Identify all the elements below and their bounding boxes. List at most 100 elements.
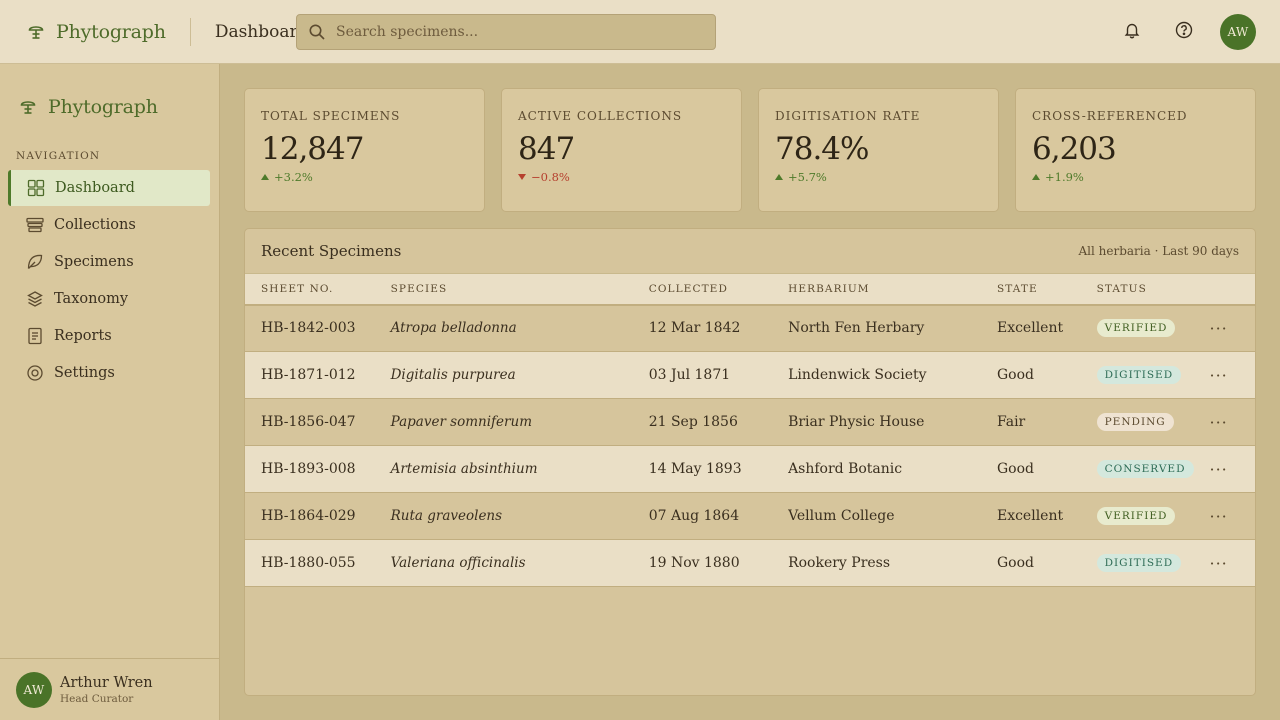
- cell-status: CONSERVED: [1081, 446, 1194, 493]
- table-row[interactable]: HB-1871-012 Digitalis purpurea 03 Jul 18…: [245, 351, 1255, 399]
- sidebar-item-reports[interactable]: Reports: [8, 318, 210, 354]
- stat-label: TOTAL SPECIMENS: [261, 109, 401, 123]
- cell-herbarium: Vellum College: [788, 508, 895, 524]
- cell-actions: ···: [1194, 493, 1256, 540]
- sidebar-brand-name: Phytograph: [48, 96, 158, 118]
- column-header-status[interactable]: STATUS: [1081, 274, 1194, 305]
- recent-specimens-panel: Recent Specimens All herbaria · Last 90 …: [244, 228, 1256, 696]
- grid-icon: [27, 179, 45, 197]
- table-row[interactable]: HB-1864-029 Ruta graveolens 07 Aug 1864 …: [245, 492, 1256, 540]
- table-row[interactable]: HB-1856-047 Papaver somniferum 21 Sep 18…: [245, 398, 1255, 446]
- cell-herbarium: Lindenwick Society: [788, 367, 927, 383]
- sidebar-user[interactable]: AW Arthur Wren Head Curator: [0, 658, 219, 720]
- stat-value: 78.4%: [775, 131, 869, 167]
- sidebar-item-label: Reports: [54, 328, 112, 344]
- user-avatar-button[interactable]: AW: [1220, 14, 1256, 50]
- search-input[interactable]: [336, 24, 715, 40]
- user-role: Head Curator: [60, 692, 134, 705]
- cell-collected: 03 Jul 1871: [648, 367, 731, 383]
- sidebar-item-label: Settings: [54, 365, 115, 381]
- cell-herbarium: Ashford Botanic: [788, 461, 903, 477]
- cell-actions: ···: [1194, 540, 1256, 587]
- cell-status: VERIFIED: [1081, 305, 1194, 352]
- cell-actions: ···: [1194, 305, 1256, 352]
- row-more-options-button[interactable]: ···: [1210, 507, 1228, 526]
- stat-card-total-specimens: TOTAL SPECIMENS 12,847 +3.2%: [244, 88, 485, 212]
- cell-sheet-no: HB-1880-055: [261, 555, 356, 571]
- sidebar-nav: Dashboard Collections Specimens Taxonomy…: [0, 170, 219, 391]
- cell-herbarium: Rookery Press: [788, 555, 891, 571]
- table-row[interactable]: HB-1893-008 Artemisia absinthium 14 May …: [245, 445, 1256, 493]
- cell-species: Valeriana officinalis: [390, 555, 526, 571]
- column-header-species[interactable]: SPECIES: [375, 274, 633, 305]
- specimens-table: SHEET NO. SPECIES COLLECTED HERBARIUM ST…: [245, 273, 1255, 587]
- sidebar-item-specimens[interactable]: Specimens: [8, 244, 210, 280]
- header-actions: AW: [1116, 14, 1256, 50]
- cell-collected: 14 May 1893: [648, 461, 742, 477]
- nav-heading: NAVIGATION: [16, 150, 101, 162]
- row-more-options-button[interactable]: ···: [1210, 413, 1228, 432]
- column-header-sheet-no[interactable]: SHEET NO.: [245, 274, 375, 305]
- brand-name: Phytograph: [56, 20, 166, 43]
- sidebar-brand[interactable]: Phytograph: [0, 64, 219, 128]
- document-icon: [26, 327, 44, 345]
- sidebar-item-settings[interactable]: Settings: [8, 355, 210, 391]
- help-button[interactable]: [1168, 16, 1200, 48]
- status-badge: VERIFIED: [1096, 319, 1176, 338]
- table-row[interactable]: HB-1880-055 Valeriana officinalis 19 Nov…: [245, 539, 1256, 587]
- bell-icon: [1123, 21, 1141, 43]
- status-badge: CONSERVED: [1096, 460, 1194, 478]
- cell-state: Excellent: [996, 320, 1064, 337]
- cell-sheet-no: HB-1856-047: [261, 414, 356, 430]
- cell-species: Digitalis purpurea: [390, 367, 516, 383]
- cell-herbarium: Briar Physic House: [788, 414, 925, 430]
- stat-label: CROSS-REFERENCED: [1032, 109, 1188, 123]
- cell-state: Good: [996, 555, 1034, 571]
- status-badge: DIGITISED: [1096, 366, 1182, 384]
- cell-status: VERIFIED: [1081, 493, 1194, 540]
- avatar: AW: [16, 671, 52, 708]
- row-more-options-button[interactable]: ···: [1210, 554, 1228, 573]
- status-badge: PENDING: [1096, 413, 1174, 431]
- stat-delta-value: −0.8%: [531, 170, 570, 184]
- row-more-options-button[interactable]: ···: [1210, 319, 1228, 338]
- stat-delta: +3.2%: [261, 170, 468, 184]
- sidebar-item-taxonomy[interactable]: Taxonomy: [8, 281, 210, 317]
- stat-delta: +1.9%: [1032, 170, 1239, 184]
- row-more-options-button[interactable]: ···: [1210, 460, 1228, 479]
- cell-sheet-no: HB-1871-012: [261, 367, 356, 383]
- column-header-herbarium[interactable]: HERBARIUM: [772, 274, 981, 305]
- search-bar[interactable]: [296, 14, 716, 50]
- brand[interactable]: Phytograph: [0, 0, 166, 63]
- stat-delta-value: +5.7%: [788, 170, 827, 184]
- mushroom-logo-icon: [18, 97, 38, 117]
- cell-herbarium: North Fen Herbary: [788, 320, 925, 337]
- cell-sheet-no: HB-1842-003: [261, 320, 356, 337]
- stat-label: DIGITISATION RATE: [775, 109, 921, 123]
- cell-species: Ruta graveolens: [390, 508, 503, 524]
- sidebar-item-dashboard[interactable]: Dashboard: [8, 170, 210, 206]
- cell-status: DIGITISED: [1081, 540, 1194, 587]
- column-header-state[interactable]: STATE: [981, 274, 1081, 305]
- page-title: Dashboard: [214, 21, 309, 42]
- column-header-collected[interactable]: COLLECTED: [633, 274, 772, 305]
- table-header-row: SHEET NO. SPECIES COLLECTED HERBARIUM ST…: [245, 273, 1256, 305]
- row-more-options-button[interactable]: ···: [1210, 366, 1228, 385]
- cell-species: Artemisia absinthium: [390, 461, 538, 477]
- column-header-actions: [1194, 274, 1256, 305]
- table-row[interactable]: HB-1842-003 Atropa belladonna 12 Mar 184…: [245, 304, 1256, 352]
- archive-icon: [26, 216, 44, 234]
- cell-state: Good: [996, 367, 1034, 383]
- stat-label: ACTIVE COLLECTIONS: [518, 109, 683, 123]
- sidebar-item-label: Specimens: [54, 254, 134, 270]
- stat-card-digitisation-rate: DIGITISATION RATE 78.4% +5.7%: [758, 88, 999, 212]
- cell-actions: ···: [1194, 446, 1256, 493]
- cell-sheet-no: HB-1893-008: [261, 461, 356, 477]
- stat-value: 12,847: [261, 131, 364, 167]
- mushroom-logo-icon: [26, 22, 46, 42]
- notifications-button[interactable]: [1116, 16, 1148, 48]
- help-circle-icon: [1175, 21, 1193, 43]
- gear-icon: [26, 364, 44, 382]
- main-content: TOTAL SPECIMENS 12,847 +3.2% ACTIVE COLL…: [244, 88, 1256, 696]
- sidebar-item-collections[interactable]: Collections: [8, 207, 210, 243]
